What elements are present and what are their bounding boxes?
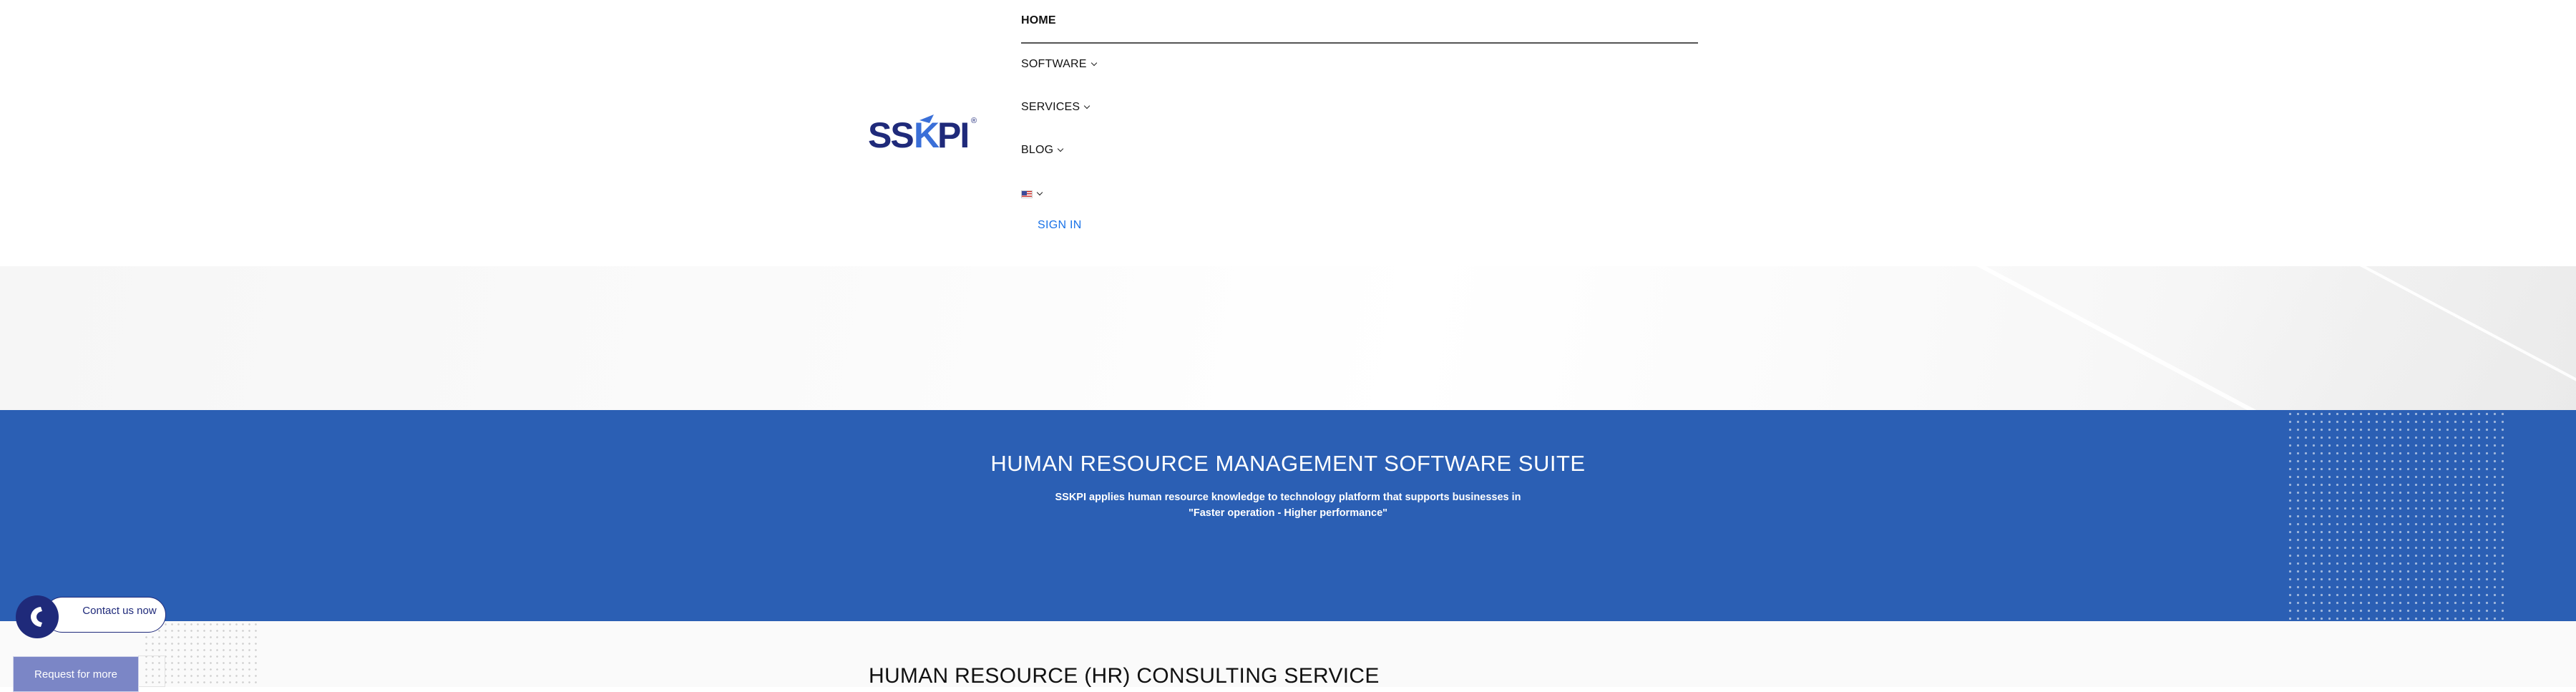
chevron-down-icon <box>1083 102 1091 109</box>
nav-software[interactable]: SOFTWARE <box>1021 54 1097 75</box>
nav-blog-label: BLOG <box>1021 144 1054 156</box>
chevron-down-icon <box>1058 145 1064 152</box>
hero-shade <box>2004 266 2576 410</box>
nav-software-label: SOFTWARE <box>1021 58 1087 70</box>
banner-subtitle: SSKPI applies human resource knowledge t… <box>966 489 1610 521</box>
banner-subtitle-line1: SSKPI applies human resource knowledge t… <box>1055 492 1521 503</box>
svg-text:®: ® <box>971 117 977 125</box>
contact-us-label: Contact us now <box>82 605 157 617</box>
chevron-down-icon <box>1036 189 1043 196</box>
nav-blog[interactable]: BLOG <box>1021 140 1064 161</box>
sskpi-logo[interactable]: SS K PI ® <box>868 113 979 156</box>
hrm-banner: HUMAN RESOURCE MANAGEMENT SOFTWARE SUITE… <box>0 410 2576 621</box>
section-title: HUMAN RESOURCE (HR) CONSULTING SERVICE <box>869 664 1380 688</box>
banner-subtitle-line2: "Faster operation - Higher performance" <box>1188 507 1388 519</box>
language-selector[interactable] <box>1021 183 1043 205</box>
request-outline <box>138 656 165 687</box>
banner-dot-pattern <box>2286 410 2508 621</box>
sign-in-link[interactable]: SIGN IN <box>1038 219 1082 232</box>
chevron-down-icon <box>1091 59 1097 67</box>
hero-background <box>0 266 2576 410</box>
nav-active-underline <box>1021 42 1698 44</box>
nav-home-label: HOME <box>1021 14 1056 26</box>
svg-text:PI: PI <box>937 115 968 155</box>
consulting-section: HUMAN RESOURCE (HR) CONSULTING SERVICE <box>0 621 2576 688</box>
nav-services[interactable]: SERVICES <box>1021 97 1091 118</box>
svg-text:SS: SS <box>868 115 913 155</box>
phone-icon <box>16 595 59 638</box>
contact-us-widget[interactable]: Contact us now <box>16 595 166 638</box>
nav-services-label: SERVICES <box>1021 101 1080 113</box>
us-flag-icon <box>1021 190 1033 198</box>
logo-graphic: SS K PI ® <box>868 114 977 155</box>
site-header: SS K PI ® HOME SOFTWARE SERVICES BLOG SI… <box>0 0 2576 266</box>
nav-home[interactable]: HOME <box>1021 10 1056 31</box>
banner-title: HUMAN RESOURCE MANAGEMENT SOFTWARE SUITE <box>990 451 1586 476</box>
